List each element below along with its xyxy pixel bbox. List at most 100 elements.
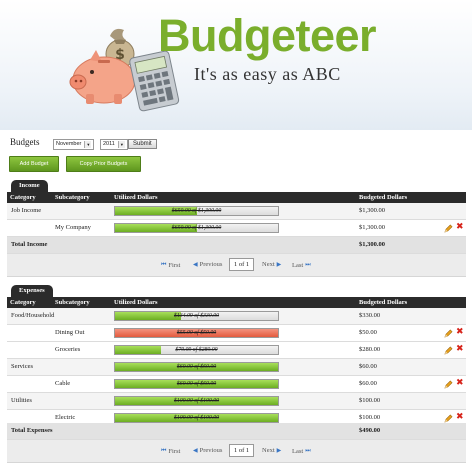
budgeted-cell: $1,300.00 [359, 207, 385, 214]
delete-icon[interactable]: ✖ [456, 345, 464, 354]
col-category: Category [10, 299, 36, 306]
next-page-icon: ▶ [276, 261, 282, 268]
last-page-icon: ⏭ [305, 261, 311, 268]
total-income-value: $1,300.00 [359, 241, 385, 248]
tab-income[interactable]: Income [11, 180, 48, 192]
app-name: Budgeteer [158, 10, 377, 61]
pager-page-input[interactable]: 1 of 1 [229, 444, 255, 457]
utilized-progress-bar: $55.00 of $50.00 [114, 328, 279, 338]
total-expenses-label: Total Expenses [11, 427, 53, 434]
utilized-progress-bar: $134.09 of $330.00 [114, 311, 279, 321]
col-budgeted: Budgeted Dollars [359, 299, 408, 306]
table-row: My Company $650.00 of $1,300.00 $1,300.00 ✖ [7, 220, 466, 237]
tab-expenses[interactable]: Expenses [11, 285, 53, 297]
expenses-table-header: Category Subcategory Utilized Dollars Bu… [7, 297, 466, 308]
table-row: Services $60.00 of $60.00 $60.00 [7, 359, 466, 376]
previous-page-icon: ◀ [193, 447, 198, 454]
utilized-text: $79.09 of $280.00 [175, 347, 218, 353]
category-cell: Food/Household [11, 312, 55, 319]
edit-pencil-icon[interactable] [444, 380, 453, 389]
pager-next[interactable]: Next ▶ [262, 261, 283, 268]
subcategory-cell: Electric [55, 414, 76, 421]
pager-last[interactable]: Last ⏭ [292, 261, 313, 269]
utilized-text: $60.00 of $60.00 [176, 381, 217, 387]
utilized-progress-bar: $100.00 of $100.00 [114, 396, 279, 406]
col-subcategory: Subcategory [55, 194, 90, 201]
utilized-progress-bar: $100.00 of $100.00 [114, 413, 279, 423]
expenses-pager: ⏮ First ◀ Previous 1 of 1 Next ▶ Last ⏭ [7, 440, 466, 463]
category-cell: Utilities [11, 397, 32, 404]
month-value: November [56, 140, 82, 147]
delete-icon[interactable]: ✖ [456, 328, 464, 337]
add-budget-button[interactable]: Add Budget [9, 156, 59, 172]
total-income-label: Total Income [11, 241, 48, 248]
utilized-text: $100.00 of $100.00 [173, 415, 220, 421]
category-cell: Services [11, 363, 34, 370]
budgeted-cell: $60.00 [359, 380, 377, 387]
pager-previous[interactable]: ◀ Previous [191, 261, 222, 268]
pager-first[interactable]: ⏮ First [159, 261, 180, 269]
pager-first[interactable]: ⏮ First [159, 447, 180, 455]
total-expenses-value: $490.00 [359, 427, 381, 434]
pager-last[interactable]: Last ⏭ [292, 447, 313, 455]
col-subcategory: Subcategory [55, 299, 90, 306]
table-row: Groceries $79.09 of $280.00 $280.00 ✖ [7, 342, 466, 359]
utilized-text: $134.09 of $330.00 [173, 313, 220, 319]
app-tagline: It's as easy as ABC [194, 64, 341, 84]
budgeted-cell: $100.00 [359, 397, 381, 404]
col-utilized: Utilized Dollars [114, 299, 158, 306]
utilized-text: $650.00 of $1,300.00 [171, 225, 222, 231]
pager-previous[interactable]: ◀ Previous [191, 447, 222, 454]
first-page-icon: ⏮ [161, 261, 167, 268]
col-utilized: Utilized Dollars [114, 194, 158, 201]
first-page-icon: ⏮ [161, 447, 167, 454]
edit-pencil-icon[interactable] [444, 346, 453, 355]
utilized-progress-bar: $79.09 of $280.00 [114, 345, 279, 355]
col-category: Category [10, 194, 36, 201]
edit-pencil-icon[interactable] [444, 224, 453, 233]
income-total-row: Total Income $1,300.00 [7, 237, 466, 254]
utilized-progress-bar: $60.00 of $60.00 [114, 362, 279, 372]
pager-next[interactable]: Next ▶ [262, 447, 283, 454]
subcategory-cell: Dining Out [55, 329, 85, 336]
edit-pencil-icon[interactable] [444, 414, 453, 423]
copy-prior-budgets-button[interactable]: Copy Prior Budgets [66, 156, 141, 172]
utilized-text: $650.00 of $1,300.00 [171, 208, 222, 214]
utilized-progress-bar: $650.00 of $1,300.00 [114, 206, 279, 216]
budgeted-cell: $280.00 [359, 346, 381, 353]
next-page-icon: ▶ [276, 447, 282, 454]
utilized-text: $60.00 of $60.00 [176, 364, 217, 370]
subcategory-cell: Groceries [55, 346, 81, 353]
expenses-total-row: Total Expenses $490.00 [7, 423, 466, 440]
month-select[interactable]: November ▼ [53, 138, 95, 150]
previous-page-icon: ◀ [193, 261, 198, 268]
year-select[interactable]: 2011 ▼ [100, 138, 128, 150]
table-row: Utilities $100.00 of $100.00 $100.00 [7, 393, 466, 410]
delete-icon[interactable]: ✖ [456, 379, 464, 388]
income-pager: ⏮ First ◀ Previous 1 of 1 Next ▶ Last ⏭ [7, 254, 466, 277]
subcategory-cell: My Company [55, 224, 91, 231]
table-row: Job Income $650.00 of $1,300.00 $1,300.00 [7, 203, 466, 220]
budgeted-cell: $50.00 [359, 329, 377, 336]
delete-icon[interactable]: ✖ [456, 413, 464, 422]
budgeted-cell: $60.00 [359, 363, 377, 370]
budgets-label: Budgets [10, 137, 40, 147]
chevron-down-icon: ▼ [117, 140, 125, 148]
col-budgeted: Budgeted Dollars [359, 194, 408, 201]
edit-pencil-icon[interactable] [444, 329, 453, 338]
pager-page-input[interactable]: 1 of 1 [229, 258, 255, 271]
table-row: Cable $60.00 of $60.00 $60.00 ✖ [7, 376, 466, 393]
income-table-header: Category Subcategory Utilized Dollars Bu… [7, 192, 466, 203]
submit-button[interactable]: Submit [128, 139, 157, 149]
budgeted-cell: $100.00 [359, 414, 381, 421]
table-row: Food/Household $134.09 of $330.00 $330.00 [7, 308, 466, 325]
category-cell: Job Income [11, 207, 42, 214]
budgeted-cell: $1,300.00 [359, 224, 385, 231]
utilized-progress-bar: $650.00 of $1,300.00 [114, 223, 279, 233]
year-value: 2011 [103, 140, 115, 147]
chevron-down-icon: ▼ [84, 140, 92, 148]
budgeted-cell: $330.00 [359, 312, 381, 319]
last-page-icon: ⏭ [305, 447, 311, 454]
utilized-text: $55.00 of $50.00 [176, 330, 217, 336]
delete-icon[interactable]: ✖ [456, 223, 464, 232]
